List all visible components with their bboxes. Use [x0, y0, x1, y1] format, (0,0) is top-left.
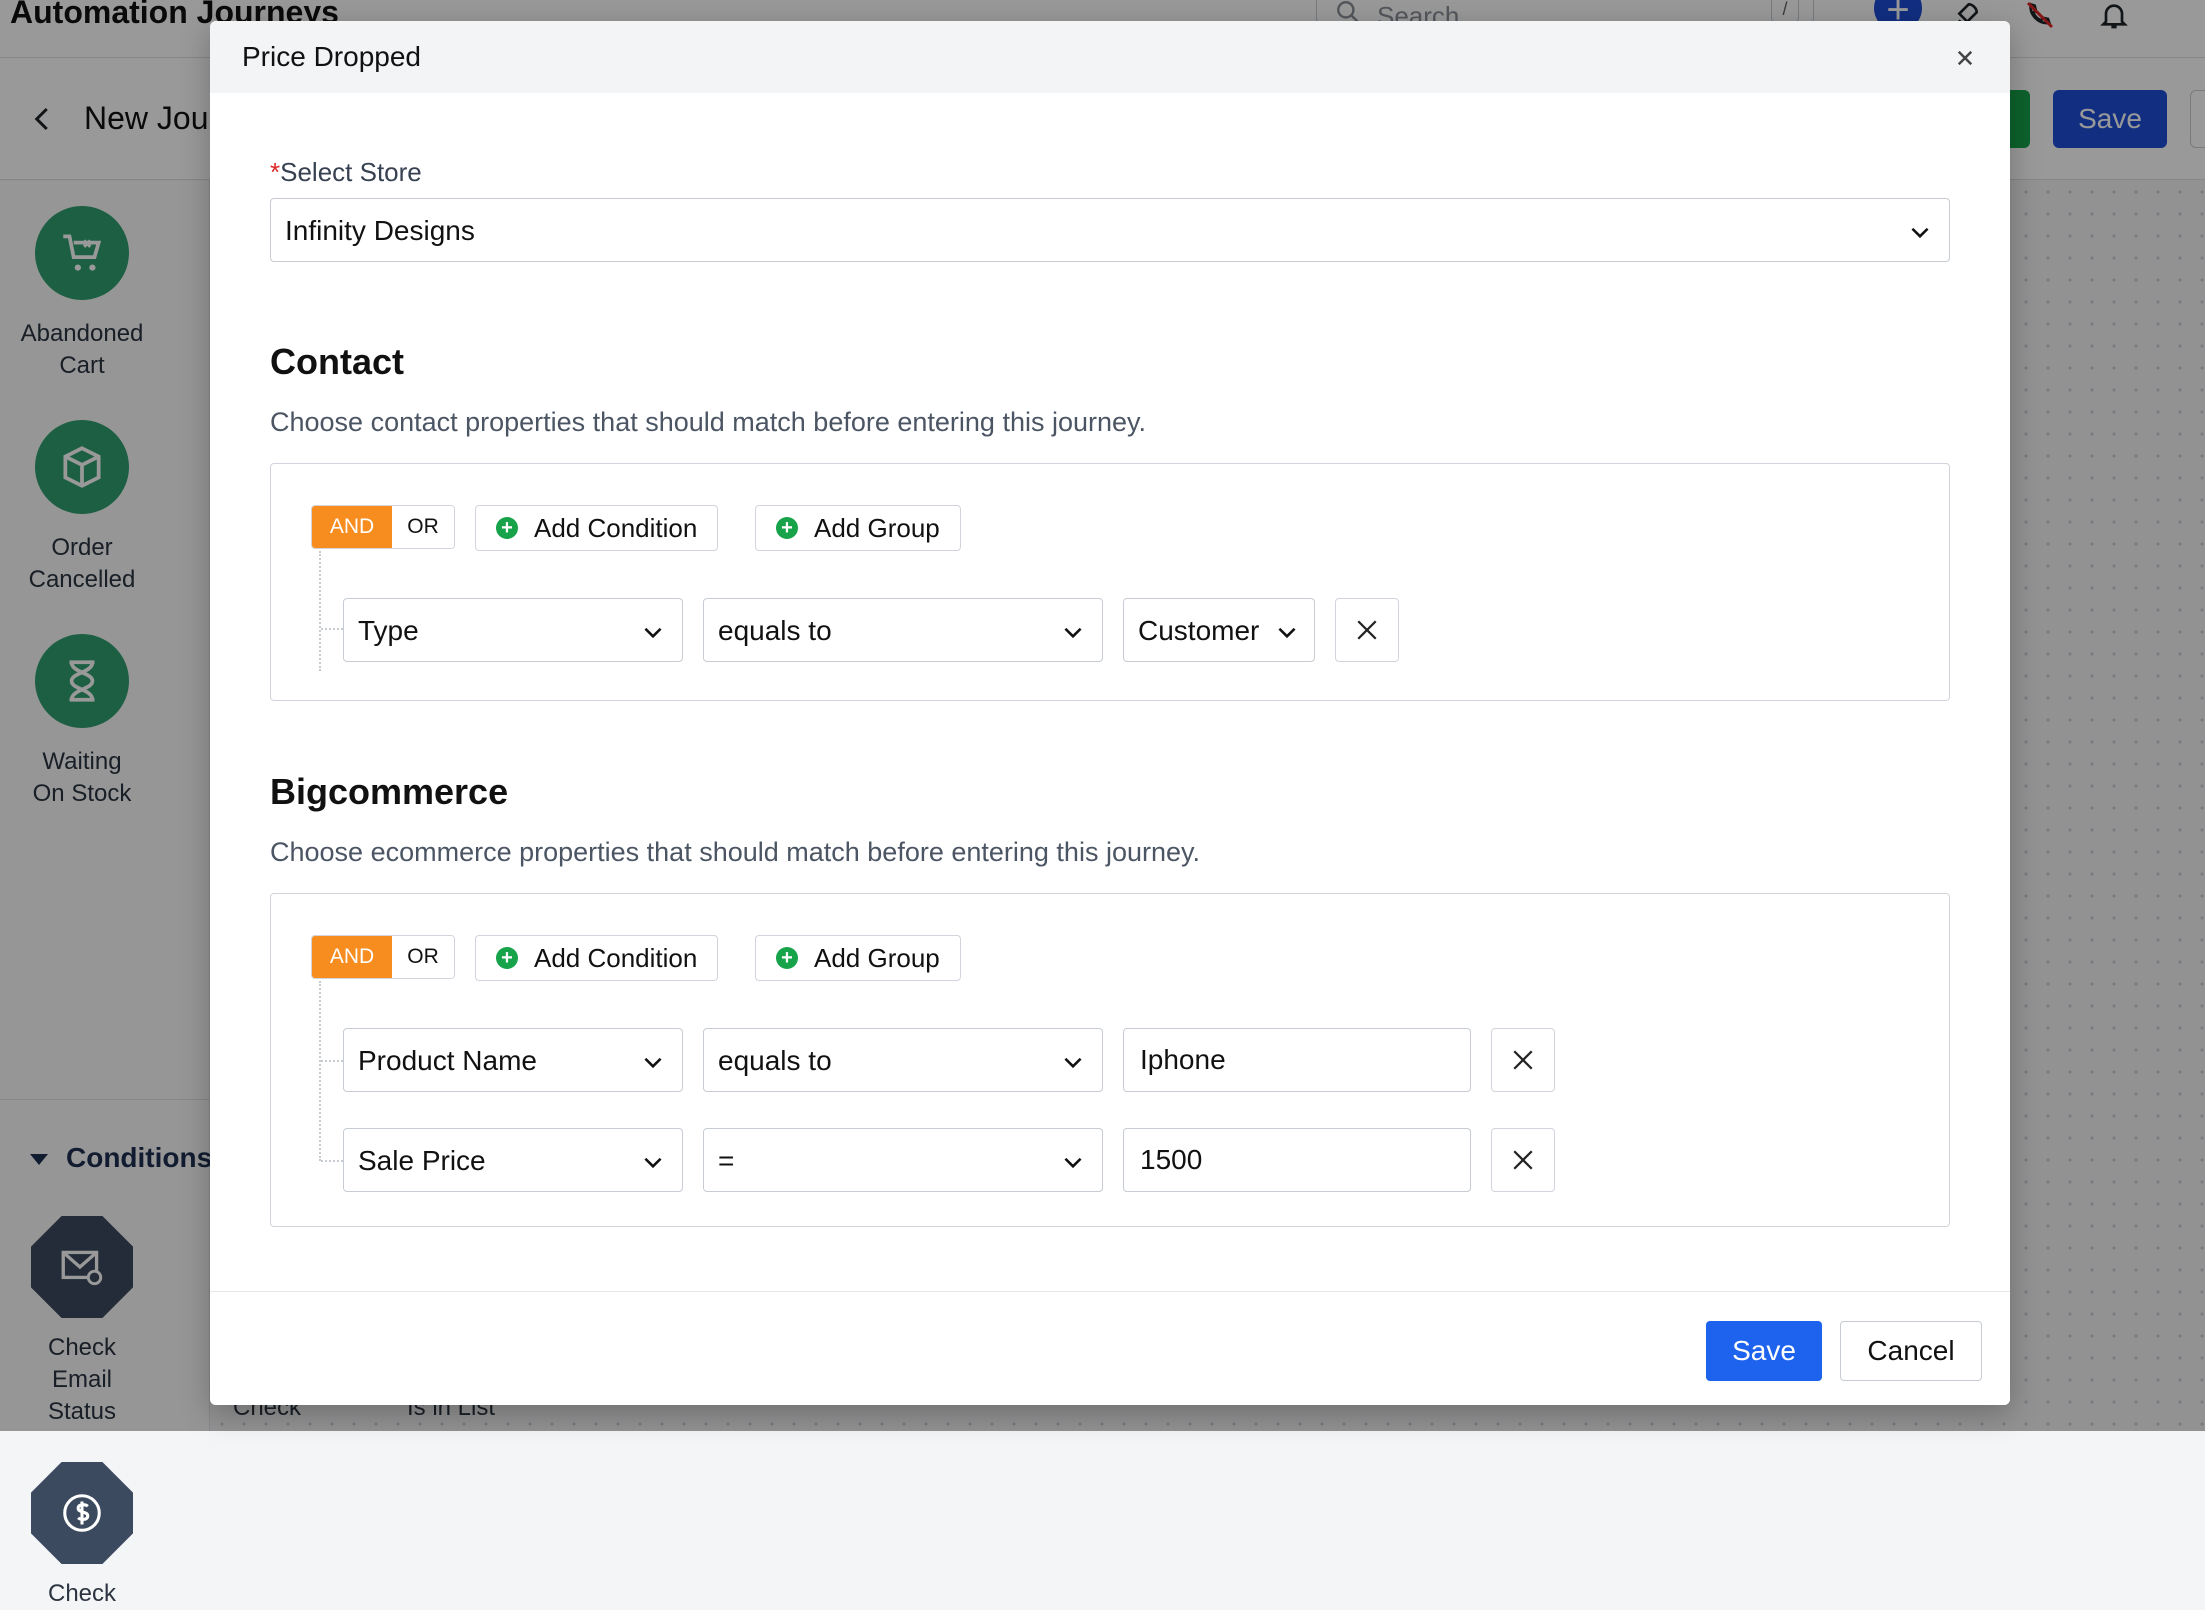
condition-operator-value: equals to — [718, 1045, 832, 1076]
add-circle-icon: + — [776, 947, 798, 969]
and-toggle-button[interactable]: AND — [312, 506, 392, 548]
add-circle-icon: + — [496, 517, 518, 539]
condition-operator-select[interactable]: equals to — [703, 1028, 1103, 1092]
condition-operator-value: = — [718, 1145, 735, 1176]
chevron-down-icon — [1911, 227, 1929, 239]
contact-section-description: Choose contact properties that should ma… — [270, 407, 1147, 437]
close-icon — [1513, 1050, 1533, 1070]
remove-condition-button[interactable] — [1491, 1028, 1555, 1092]
add-circle-icon: + — [496, 947, 518, 969]
add-condition-button[interactable]: + Add Condition — [475, 505, 719, 551]
add-circle-icon: + — [776, 517, 798, 539]
tree-connector — [319, 981, 321, 1161]
bigcommerce-and-or-toggle: AND OR — [311, 935, 455, 979]
chevron-down-icon — [1278, 627, 1296, 639]
bigcommerce-section-description: Choose ecommerce properties that should … — [270, 837, 1200, 867]
condition-operator-select[interactable]: equals to — [703, 598, 1103, 662]
select-store-label: *Select Store — [270, 157, 422, 188]
or-toggle-button[interactable]: OR — [392, 506, 454, 548]
required-marker: * — [270, 157, 281, 187]
tree-connector — [321, 1060, 343, 1062]
add-condition-button[interactable]: + Add Condition — [475, 935, 719, 981]
condition-field-value: Product Name — [358, 1045, 537, 1076]
and-toggle-button[interactable]: AND — [312, 936, 392, 978]
chevron-down-icon — [1064, 1057, 1082, 1069]
tree-connector — [321, 1160, 343, 1162]
condition-value-select[interactable]: Customer — [1123, 598, 1315, 662]
store-select[interactable]: Infinity Designs — [270, 198, 1950, 262]
save-button[interactable]: Save — [1706, 1321, 1822, 1381]
or-toggle-button[interactable]: OR — [392, 936, 454, 978]
condition-value: Customer — [1138, 615, 1260, 646]
dollar-icon — [31, 1462, 133, 1564]
add-group-label: Add Group — [814, 512, 940, 543]
bigcommerce-condition-group: AND OR + Add Condition + Add Group Product… — [270, 893, 1950, 1227]
condition-operator-value: equals to — [718, 615, 832, 646]
remove-condition-button[interactable] — [1491, 1128, 1555, 1192]
modal-header: Price Dropped — [210, 21, 2010, 93]
contact-condition-group: AND OR + Add Condition + Add Group Type eq… — [270, 463, 1950, 701]
close-icon — [1513, 1150, 1533, 1170]
cancel-button[interactable]: Cancel — [1840, 1321, 1982, 1381]
add-group-button[interactable]: + Add Group — [755, 505, 961, 551]
condition-check-price[interactable]: Check — [0, 1462, 200, 1610]
condition-field-select[interactable]: Product Name — [343, 1028, 683, 1092]
chevron-down-icon — [644, 627, 662, 639]
modal-footer: Save Cancel — [210, 1291, 2010, 1405]
condition-label: Check — [47, 1580, 117, 1607]
modal-close-button[interactable] — [1950, 43, 1980, 73]
chevron-down-icon — [1064, 1157, 1082, 1169]
add-group-label: Add Group — [814, 942, 940, 973]
close-icon — [1957, 50, 1973, 66]
condition-field-value: Sale Price — [358, 1145, 486, 1176]
select-store-label-text: Select Store — [280, 157, 422, 187]
condition-field-select[interactable]: Sale Price — [343, 1128, 683, 1192]
close-icon — [1357, 620, 1377, 640]
remove-condition-button[interactable] — [1335, 598, 1399, 662]
condition-field-select[interactable]: Type — [343, 598, 683, 662]
chevron-down-icon — [1064, 627, 1082, 639]
contact-section-title: Contact — [270, 341, 404, 382]
add-group-button[interactable]: + Add Group — [755, 935, 961, 981]
store-select-value: Infinity Designs — [285, 215, 475, 246]
condition-operator-select[interactable]: = — [703, 1128, 1103, 1192]
condition-value-input[interactable] — [1123, 1028, 1471, 1092]
modal-title: Price Dropped — [242, 41, 421, 72]
add-condition-label: Add Condition — [534, 942, 698, 973]
condition-field-value: Type — [358, 615, 419, 646]
chevron-down-icon — [644, 1057, 662, 1069]
bigcommerce-section-title: Bigcommerce — [270, 771, 509, 812]
add-condition-label: Add Condition — [534, 512, 698, 543]
tree-connector — [321, 628, 343, 630]
contact-and-or-toggle: AND OR — [311, 505, 455, 549]
chevron-down-icon — [644, 1157, 662, 1169]
price-dropped-modal: Price Dropped *Select Store Infinity Des… — [210, 21, 2010, 1405]
condition-value-input[interactable] — [1123, 1128, 1471, 1192]
tree-connector — [319, 551, 321, 671]
